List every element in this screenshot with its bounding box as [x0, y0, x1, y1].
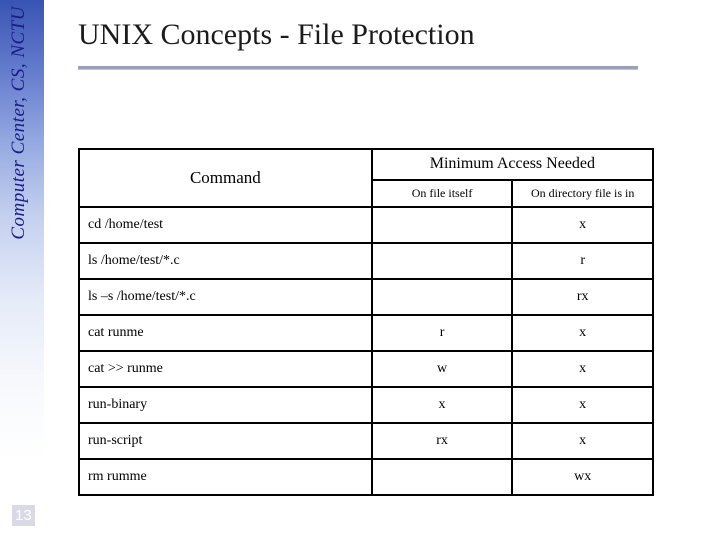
- cell-command: cat runme: [79, 315, 372, 351]
- cell-on-dir: x: [512, 315, 653, 351]
- header-min-access: Minimum Access Needed: [372, 149, 653, 180]
- table-row: run-script rx x: [79, 423, 653, 459]
- cell-on-file: r: [372, 315, 513, 351]
- table-row: ls –s /home/test/*.c rx: [79, 279, 653, 315]
- header-on-dir: On directory file is in: [512, 180, 653, 207]
- slide-title: UNIX Concepts - File Protection: [78, 18, 475, 52]
- cell-on-file: rx: [372, 423, 513, 459]
- cell-command: run-script: [79, 423, 372, 459]
- title-underline: [78, 66, 638, 70]
- table-row: rm rumme wx: [79, 459, 653, 495]
- page-number: 13: [15, 507, 32, 524]
- cell-on-dir: x: [512, 423, 653, 459]
- cell-on-file: [372, 243, 513, 279]
- permissions-table: Command Minimum Access Needed On file it…: [78, 148, 654, 496]
- cell-on-file: [372, 207, 513, 243]
- cell-command: rm rumme: [79, 459, 372, 495]
- table-row: cd /home/test x: [79, 207, 653, 243]
- cell-on-dir: x: [512, 387, 653, 423]
- table-header-row-1: Command Minimum Access Needed: [79, 149, 653, 180]
- table-row: run-binary x x: [79, 387, 653, 423]
- cell-on-dir: rx: [512, 279, 653, 315]
- permissions-table-wrap: Command Minimum Access Needed On file it…: [78, 148, 654, 496]
- cell-on-dir: wx: [512, 459, 653, 495]
- cell-command: cat >> runme: [79, 351, 372, 387]
- cell-on-dir: r: [512, 243, 653, 279]
- table-row: cat >> runme w x: [79, 351, 653, 387]
- cell-on-file: x: [372, 387, 513, 423]
- cell-on-file: w: [372, 351, 513, 387]
- sidebar-gradient: Computer Center, CS, NCTU: [0, 0, 44, 540]
- cell-on-file: [372, 459, 513, 495]
- cell-on-dir: x: [512, 351, 653, 387]
- header-on-file: On file itself: [372, 180, 513, 207]
- cell-command: ls /home/test/*.c: [79, 243, 372, 279]
- cell-command: ls –s /home/test/*.c: [79, 279, 372, 315]
- header-command: Command: [79, 149, 372, 207]
- page-number-badge: 13: [12, 505, 35, 526]
- cell-command: run-binary: [79, 387, 372, 423]
- table-row: ls /home/test/*.c r: [79, 243, 653, 279]
- table-row: cat runme r x: [79, 315, 653, 351]
- sidebar-affiliation: Computer Center, CS, NCTU: [8, 6, 30, 240]
- cell-command: cd /home/test: [79, 207, 372, 243]
- cell-on-file: [372, 279, 513, 315]
- cell-on-dir: x: [512, 207, 653, 243]
- slide: Computer Center, CS, NCTU 13 UNIX Concep…: [0, 0, 720, 540]
